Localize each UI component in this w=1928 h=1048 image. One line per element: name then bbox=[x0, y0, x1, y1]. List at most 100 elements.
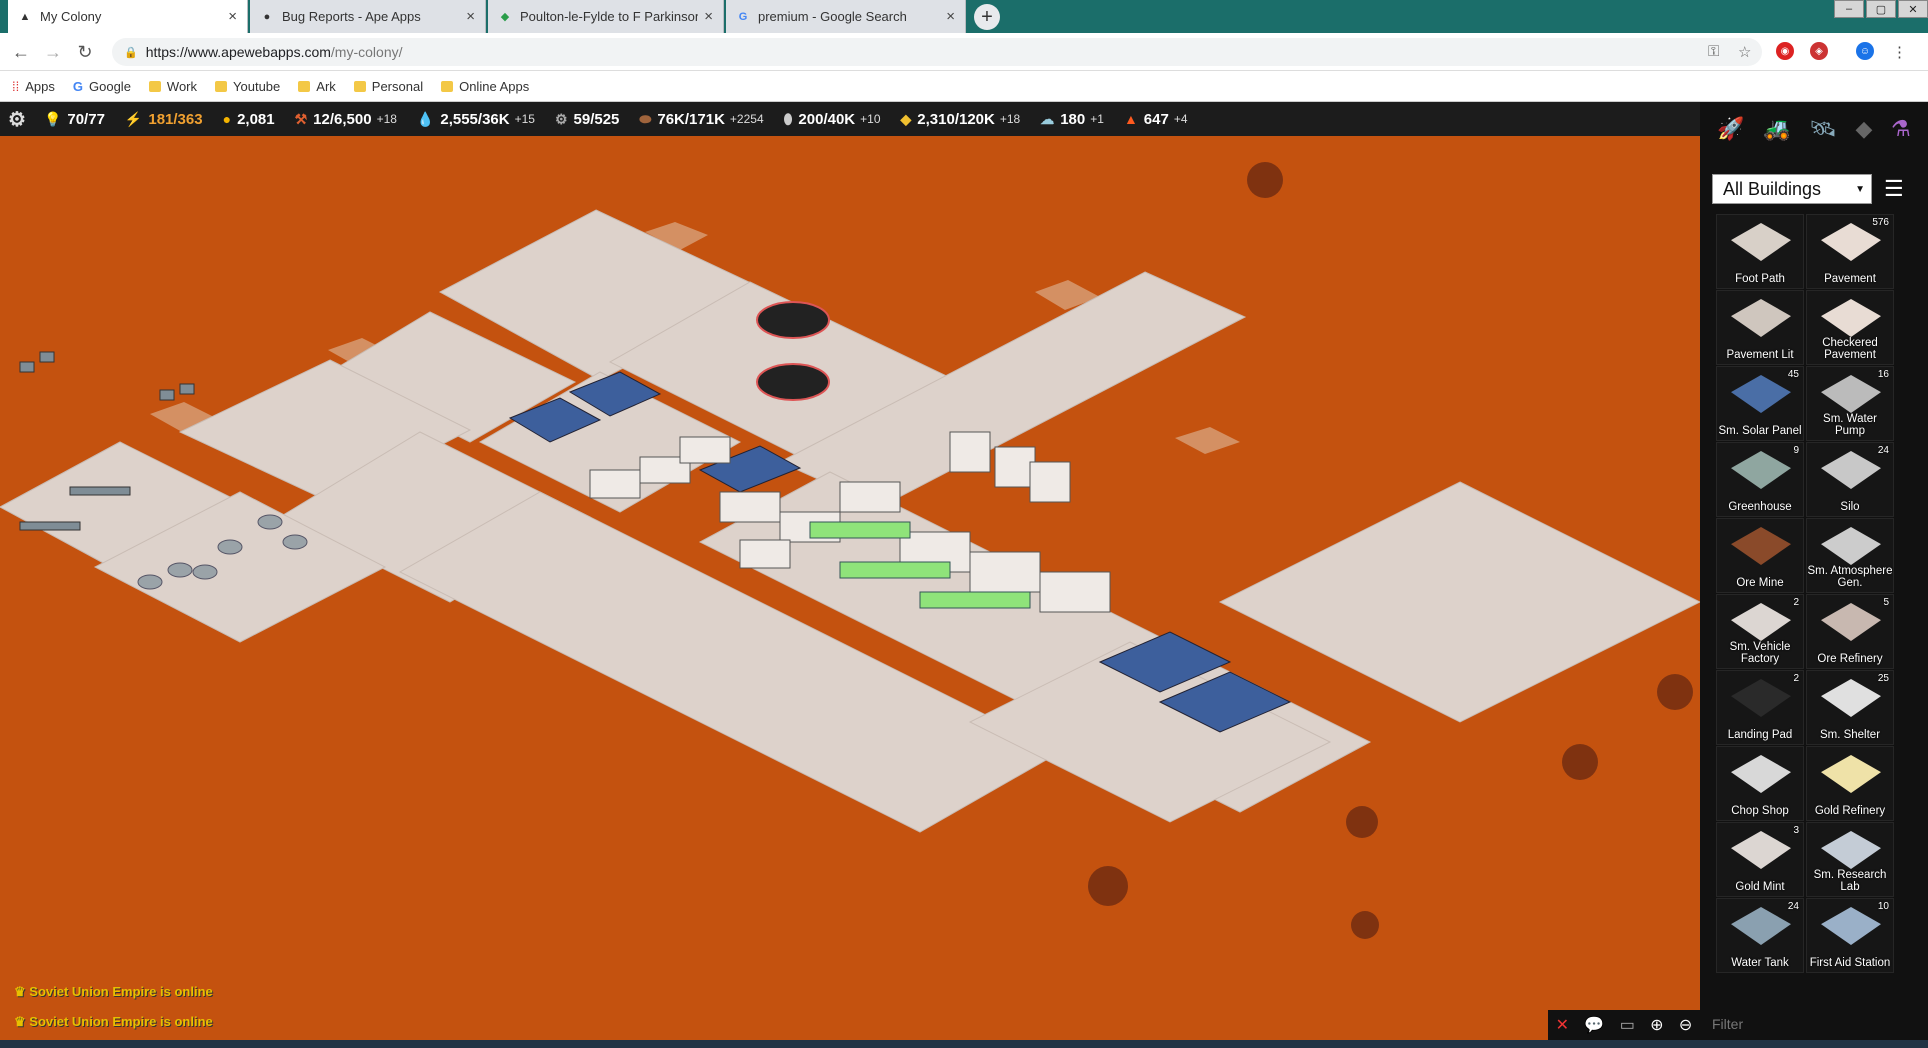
building-label: Sm. Shelter bbox=[1819, 729, 1881, 741]
bookmark-ark[interactable]: Ark bbox=[298, 79, 336, 94]
close-icon[interactable]: ✕ bbox=[1556, 1015, 1569, 1035]
maps-favicon-icon: ◆ bbox=[500, 11, 510, 23]
minimize-icon[interactable]: – bbox=[1834, 0, 1864, 18]
building-tile[interactable]: 25 Sm. Shelter bbox=[1806, 670, 1894, 745]
bookmark-google[interactable]: G Google bbox=[73, 79, 131, 94]
resource-ore[interactable]: ⬬ 76K/171K +2254 bbox=[639, 111, 763, 128]
bookmark-work[interactable]: Work bbox=[148, 79, 197, 94]
resource-value: 2,555/36K bbox=[440, 110, 510, 128]
close-tab-icon[interactable]: × bbox=[466, 8, 475, 25]
close-tab-icon[interactable]: × bbox=[228, 8, 237, 25]
building-thumbnail-icon bbox=[1731, 299, 1791, 337]
building-tile[interactable]: Gold Refinery bbox=[1806, 746, 1894, 821]
address-bar[interactable]: 🔒 https://www.apewebapps.com/my-colony/ bbox=[112, 38, 1762, 66]
settings-gear-icon[interactable]: ⚙ bbox=[8, 107, 26, 132]
star-icon[interactable]: ☆ bbox=[1738, 43, 1751, 61]
back-icon[interactable]: ← bbox=[8, 39, 34, 65]
hat-icon[interactable]: ◆ bbox=[1856, 116, 1873, 150]
forward-icon[interactable]: → bbox=[40, 39, 66, 65]
resource-parts[interactable]: ⚙ 59/525 bbox=[555, 111, 619, 128]
building-tile[interactable]: Pavement Lit bbox=[1716, 290, 1804, 365]
gear-res-icon: ⚙ bbox=[554, 110, 568, 127]
resource-energy[interactable]: ⚡ 181/363 bbox=[125, 111, 203, 128]
building-tile[interactable]: Checkered Pavement bbox=[1806, 290, 1894, 365]
building-tile[interactable]: 576 Pavement bbox=[1806, 214, 1894, 289]
zoom-out-icon[interactable]: ⊖ bbox=[1679, 1015, 1692, 1035]
resource-oxygen[interactable]: ☁ 180 +1 bbox=[1040, 111, 1104, 128]
tab-bug-reports[interactable]: ● Bug Reports - Ape Apps × bbox=[250, 0, 486, 33]
building-thumbnail-icon bbox=[1731, 527, 1791, 565]
satellite-icon[interactable]: 🛰 bbox=[1809, 116, 1837, 150]
resource-metal[interactable]: ⬮ 200/40K +10 bbox=[784, 111, 881, 128]
folder-icon bbox=[215, 80, 228, 92]
resource-money[interactable]: ● 2,081 bbox=[223, 111, 275, 128]
building-tile[interactable]: 2 Landing Pad bbox=[1716, 670, 1804, 745]
building-tile[interactable]: 16 Sm. Water Pump bbox=[1806, 366, 1894, 441]
building-tile[interactable]: 24 Silo bbox=[1806, 442, 1894, 517]
resource-population[interactable]: 💡 70/77 bbox=[44, 111, 105, 128]
google-icon: G bbox=[72, 78, 83, 94]
bookmark-label: Ark bbox=[316, 78, 336, 94]
bookmark-personal[interactable]: Personal bbox=[353, 78, 424, 94]
vehicle-icon[interactable]: 🚜 bbox=[1763, 116, 1790, 150]
reload-icon[interactable]: ↻ bbox=[72, 39, 98, 65]
resource-value: 2,081 bbox=[237, 110, 275, 128]
tab-maps[interactable]: ◆ Poulton-le-Fylde to F Parkinson L × bbox=[488, 0, 724, 33]
building-tile[interactable]: 24 Water Tank bbox=[1716, 898, 1804, 973]
building-tile[interactable]: 2 Sm. Vehicle Factory bbox=[1716, 594, 1804, 669]
resource-water[interactable]: 💧 2,555/36K +15 bbox=[417, 111, 535, 128]
screen-icon[interactable]: ▭ bbox=[1620, 1015, 1635, 1035]
close-tab-icon[interactable]: × bbox=[946, 8, 955, 25]
bookmark-label: Personal bbox=[371, 78, 424, 94]
game-viewport: ⚙ 💡 70/77 ⚡ 181/363 ● 2,081 ⚒ 12/6,500 +18 💧 2… bbox=[0, 102, 1928, 1040]
key-icon[interactable]: ⚿ bbox=[1708, 43, 1719, 60]
maximize-icon[interactable]: ▢ bbox=[1866, 0, 1896, 18]
building-tile[interactable]: 5 Ore Refinery bbox=[1806, 594, 1894, 669]
profile-icon[interactable]: ☺ bbox=[1856, 42, 1874, 60]
chat-text: Soviet Union Empire is online bbox=[29, 984, 213, 999]
chat-icon[interactable]: 💬 bbox=[1584, 1015, 1604, 1035]
building-count: 45 bbox=[1787, 369, 1799, 380]
resource-delta: +10 bbox=[860, 112, 881, 126]
resource-tools[interactable]: ⚒ 12/6,500 +18 bbox=[295, 111, 397, 128]
building-count: 3 bbox=[1793, 825, 1799, 836]
list-view-icon[interactable]: ☰ bbox=[1884, 176, 1912, 202]
building-count: 24 bbox=[1877, 445, 1889, 456]
flask-icon[interactable]: ⚗ bbox=[1891, 116, 1911, 150]
building-tile[interactable]: Sm. Atmosphere Gen. bbox=[1806, 518, 1894, 593]
bookmark-youtube[interactable]: Youtube bbox=[215, 79, 280, 94]
building-tile[interactable]: Ore Mine bbox=[1716, 518, 1804, 593]
bookmark-apps[interactable]: ⁞⁞ Apps bbox=[12, 79, 55, 94]
url-host: https://www.apewebapps.com bbox=[145, 44, 331, 60]
building-tile[interactable]: Foot Path bbox=[1716, 214, 1804, 289]
building-category-select[interactable]: All Buildings ▼ bbox=[1712, 174, 1872, 204]
tab-title: premium - Google Search bbox=[758, 9, 907, 24]
building-label: Gold Mint bbox=[1735, 881, 1785, 893]
close-window-icon[interactable]: ✕ bbox=[1898, 0, 1928, 18]
resource-fire[interactable]: ▲ 647 +4 bbox=[1124, 111, 1188, 128]
extension-1-icon[interactable]: ◉ bbox=[1776, 42, 1794, 60]
new-tab-button[interactable]: + bbox=[974, 4, 1000, 30]
bookmark-online-apps[interactable]: Online Apps bbox=[441, 79, 529, 94]
building-tile[interactable]: 3 Gold Mint bbox=[1716, 822, 1804, 897]
close-tab-icon[interactable]: × bbox=[704, 8, 713, 25]
building-tile[interactable]: Sm. Research Lab bbox=[1806, 822, 1894, 897]
colony-map[interactable] bbox=[0, 102, 1700, 1040]
tab-google-search[interactable]: G premium - Google Search × bbox=[726, 0, 966, 33]
building-tile[interactable]: Chop Shop bbox=[1716, 746, 1804, 821]
water-icon: 💧 bbox=[416, 110, 435, 127]
building-tile[interactable]: 9 Greenhouse bbox=[1716, 442, 1804, 517]
building-tile[interactable]: 45 Sm. Solar Panel bbox=[1716, 366, 1804, 441]
rocket-icon[interactable]: 🚀 bbox=[1717, 116, 1744, 150]
chat-message: ♛ Soviet Union Empire is online bbox=[14, 1014, 213, 1030]
energy-icon: ⚡ bbox=[124, 110, 143, 127]
menu-icon[interactable]: ⋮ bbox=[1892, 43, 1907, 61]
filter-input[interactable]: Filter bbox=[1700, 1008, 1928, 1040]
building-tile[interactable]: 10 First Aid Station bbox=[1806, 898, 1894, 973]
building-label: Sm. Research Lab bbox=[1813, 869, 1887, 893]
tab-my-colony[interactable]: ▲ My Colony × bbox=[8, 0, 248, 33]
zoom-in-icon[interactable]: ⊕ bbox=[1650, 1015, 1663, 1035]
extension-2-icon[interactable]: ◈ bbox=[1810, 42, 1828, 60]
resource-gold[interactable]: ◆ 2,310/120K +18 bbox=[901, 111, 1021, 128]
folder-icon bbox=[148, 80, 161, 92]
